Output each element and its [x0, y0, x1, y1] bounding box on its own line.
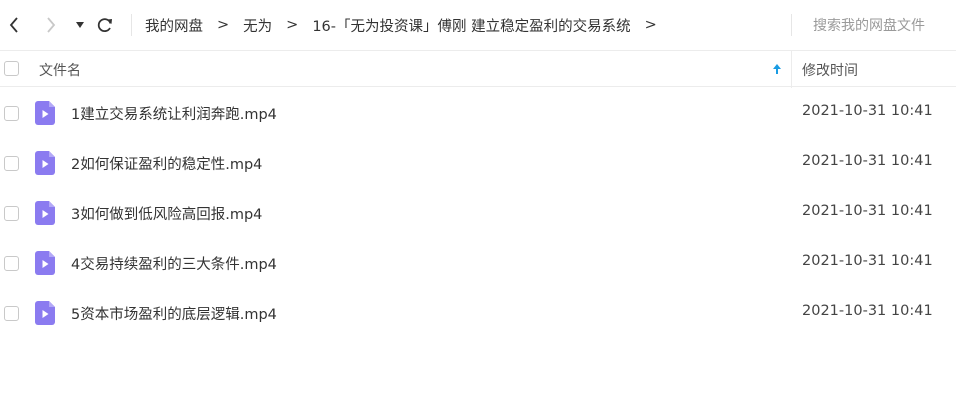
- file-modified-time: 2021-10-31 10:41: [802, 303, 933, 319]
- back-button[interactable]: [2, 12, 26, 38]
- file-checkbox[interactable]: [4, 106, 19, 121]
- toolbar: 我的网盘 > 无为 > 16-「无为投资课」傅刚 建立稳定盈利的交易系统 > 搜…: [0, 0, 956, 50]
- breadcrumb-separator: >: [217, 17, 230, 33]
- file-list-header: 文件名 修改时间: [0, 50, 956, 88]
- refresh-button[interactable]: [93, 12, 117, 38]
- file-checkbox[interactable]: [4, 256, 19, 271]
- breadcrumb-separator: >: [286, 17, 299, 33]
- select-all-checkbox[interactable]: [4, 61, 19, 76]
- column-divider: [791, 51, 792, 88]
- video-file-icon: [35, 201, 55, 225]
- file-row[interactable]: 2如何保证盈利的稳定性.mp4 2021-10-31 10:41: [0, 138, 956, 188]
- column-header-modified-time[interactable]: 修改时间: [802, 60, 858, 80]
- caret-down-icon: [76, 22, 84, 28]
- search-placeholder: 搜索我的网盘文件: [813, 18, 925, 34]
- file-checkbox[interactable]: [4, 156, 19, 171]
- file-name[interactable]: 2如何保证盈利的稳定性.mp4: [71, 153, 262, 174]
- file-row[interactable]: 3如何做到低风险高回报.mp4 2021-10-31 10:41: [0, 188, 956, 238]
- toolbar-divider: [131, 14, 132, 36]
- file-modified-time: 2021-10-31 10:41: [802, 153, 933, 169]
- breadcrumb-item-wuwei[interactable]: 无为: [243, 15, 272, 36]
- arrow-up-icon[interactable]: [771, 61, 783, 77]
- chevron-right-icon: [47, 17, 56, 33]
- video-file-icon: [35, 251, 55, 275]
- search-input[interactable]: 搜索我的网盘文件: [792, 10, 956, 40]
- breadcrumb: 我的网盘 > 无为 > 16-「无为投资课」傅刚 建立稳定盈利的交易系统 >: [145, 0, 671, 50]
- file-name[interactable]: 1建立交易系统让利润奔跑.mp4: [71, 103, 277, 124]
- video-file-icon: [35, 151, 55, 175]
- file-modified-time: 2021-10-31 10:41: [802, 203, 933, 219]
- file-row[interactable]: 1建立交易系统让利润奔跑.mp4 2021-10-31 10:41: [0, 88, 956, 138]
- video-file-icon: [35, 301, 55, 325]
- history-dropdown-button[interactable]: [68, 12, 92, 38]
- file-modified-time: 2021-10-31 10:41: [802, 253, 933, 269]
- file-name[interactable]: 3如何做到低风险高回报.mp4: [71, 203, 262, 224]
- video-file-icon: [35, 101, 55, 125]
- file-row[interactable]: 4交易持续盈利的三大条件.mp4 2021-10-31 10:41: [0, 238, 956, 288]
- chevron-left-icon: [9, 17, 18, 33]
- breadcrumb-separator: >: [644, 17, 657, 33]
- file-row[interactable]: 5资本市场盈利的底层逻辑.mp4 2021-10-31 10:41: [0, 288, 956, 338]
- file-modified-time: 2021-10-31 10:41: [802, 103, 933, 119]
- file-checkbox[interactable]: [4, 206, 19, 221]
- forward-button[interactable]: [39, 12, 63, 38]
- refresh-icon: [97, 18, 112, 33]
- column-header-name[interactable]: 文件名: [39, 60, 81, 80]
- breadcrumb-item-root[interactable]: 我的网盘: [145, 15, 203, 36]
- breadcrumb-item-current[interactable]: 16-「无为投资课」傅刚 建立稳定盈利的交易系统: [312, 15, 630, 36]
- file-name[interactable]: 4交易持续盈利的三大条件.mp4: [71, 253, 277, 274]
- file-checkbox[interactable]: [4, 306, 19, 321]
- file-name[interactable]: 5资本市场盈利的底层逻辑.mp4: [71, 303, 277, 324]
